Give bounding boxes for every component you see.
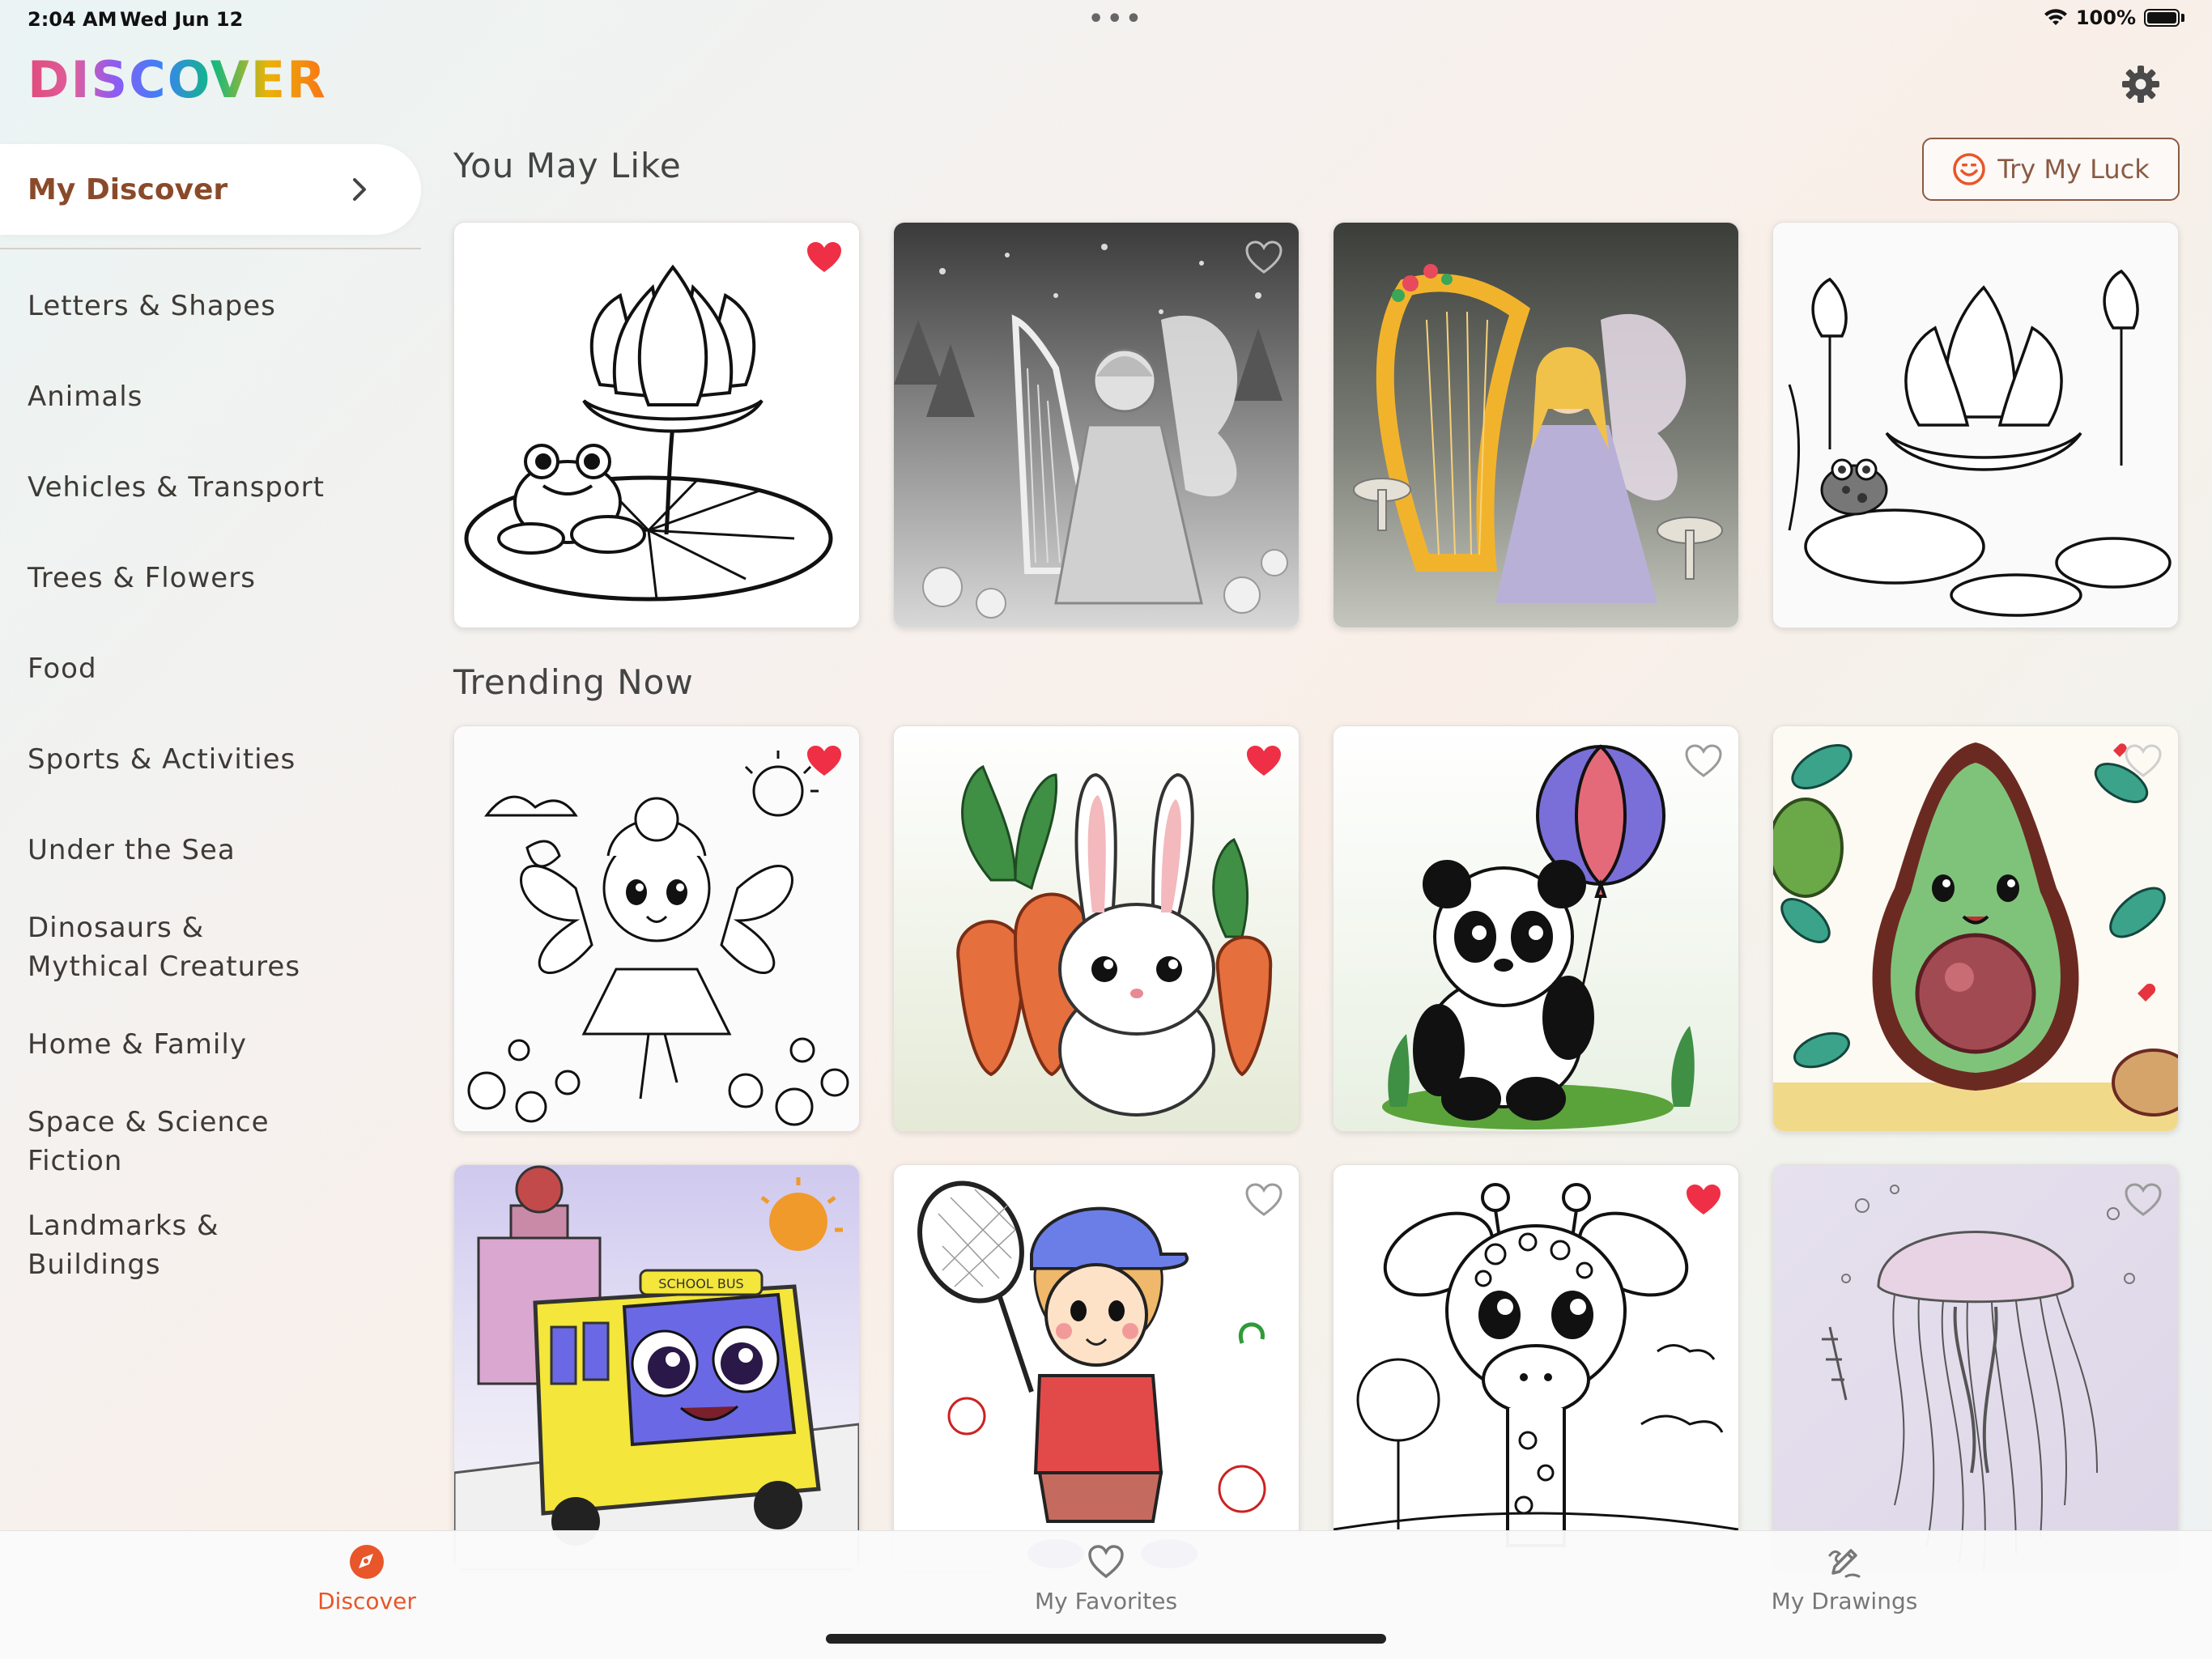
- pencil-scribble-icon: [1828, 1549, 1861, 1578]
- tab-label-favorites: My Favorites: [1034, 1588, 1178, 1614]
- sidebar-item-food[interactable]: Food: [28, 649, 400, 688]
- fairy-harp-artwork: [894, 223, 1299, 627]
- golden-harp-fairy-artwork: [1334, 223, 1738, 627]
- heart-icon[interactable]: [1685, 1183, 1722, 1217]
- multitasking-dots[interactable]: •••: [1088, 5, 1145, 33]
- panda-balloon-artwork: [1334, 726, 1738, 1131]
- coloring-card-avocado[interactable]: [1772, 725, 2179, 1132]
- wifi-icon: [2044, 9, 2067, 25]
- lotus-garden-artwork: [1773, 223, 2178, 627]
- heart-icon[interactable]: [1245, 240, 1283, 274]
- sidebar-item-letters-shapes[interactable]: Letters & Shapes: [28, 287, 400, 325]
- status-time: 2:04 AM: [28, 8, 117, 31]
- tab-discover[interactable]: Discover: [245, 1542, 488, 1614]
- coloring-card-bunny-carrots[interactable]: [893, 725, 1300, 1132]
- heart-icon[interactable]: [2125, 1183, 2162, 1217]
- try-my-luck-label: Try My Luck: [1997, 154, 2150, 185]
- status-bar: 2:04 AM Wed Jun 12 ••• 100%: [0, 0, 2212, 39]
- svg-text:SCHOOL BUS: SCHOOL BUS: [658, 1276, 743, 1291]
- coloring-card-lotus-garden[interactable]: [1772, 222, 2179, 628]
- tab-label-drawings: My Drawings: [1771, 1588, 1918, 1614]
- avocado-artwork: [1773, 726, 2178, 1131]
- sidebar-item-home-family[interactable]: Home & Family: [28, 1025, 400, 1064]
- heart-icon[interactable]: [806, 744, 843, 778]
- chevron-right-icon: [353, 178, 366, 201]
- status-date: Wed Jun 12: [120, 8, 244, 31]
- tab-my-favorites[interactable]: My Favorites: [985, 1542, 1227, 1614]
- heart-outline-icon: [1088, 1545, 1124, 1579]
- tab-label-discover: Discover: [317, 1588, 416, 1614]
- status-indicators: 100%: [2044, 6, 2184, 29]
- battery-tip: [2181, 14, 2184, 22]
- compass-icon: [350, 1545, 384, 1579]
- heart-icon[interactable]: [2125, 744, 2162, 778]
- coloring-card-flower-fairy[interactable]: [453, 725, 860, 1132]
- gear-icon[interactable]: [2120, 63, 2162, 105]
- smiley-icon: [1953, 153, 1985, 185]
- coloring-card-frog-lotus[interactable]: [453, 222, 860, 628]
- school-bus-artwork: SCHOOL BUS: [454, 1165, 859, 1570]
- sidebar-item-trees-flowers[interactable]: Trees & Flowers: [28, 559, 400, 598]
- coloring-card-golden-harp-fairy[interactable]: [1333, 222, 1739, 628]
- coloring-card-panda-balloon[interactable]: [1333, 725, 1739, 1132]
- heart-icon[interactable]: [1245, 1183, 1283, 1217]
- frog-lotus-artwork: [454, 223, 859, 627]
- section-title-trending-now: Trending Now: [453, 662, 694, 702]
- sidebar-item-vehicles-transport[interactable]: Vehicles & Transport: [28, 468, 400, 507]
- baby-giraffe-artwork: [1334, 1165, 1738, 1570]
- home-indicator[interactable]: [826, 1634, 1386, 1644]
- coloring-card-baby-giraffe[interactable]: [1333, 1164, 1739, 1571]
- tennis-boy-artwork: [894, 1165, 1299, 1570]
- heart-icon[interactable]: [1685, 744, 1722, 778]
- tab-my-drawings[interactable]: My Drawings: [1723, 1542, 1966, 1614]
- coloring-card-fairy-harp[interactable]: [893, 222, 1300, 628]
- sidebar-item-dinosaurs[interactable]: Dinosaurs & Mythical Creatures: [28, 908, 335, 986]
- try-my-luck-button[interactable]: Try My Luck: [1922, 138, 2180, 201]
- heart-icon[interactable]: [1245, 744, 1283, 778]
- coloring-card-school-bus[interactable]: SCHOOL BUS: [453, 1164, 860, 1571]
- coloring-card-jellyfish[interactable]: [1772, 1164, 2179, 1571]
- sidebar-item-sports-activities[interactable]: Sports & Activities: [28, 740, 400, 779]
- sidebar-item-label: My Discover: [28, 172, 228, 206]
- sidebar-item-under-the-sea[interactable]: Under the Sea: [28, 831, 400, 870]
- flower-fairy-artwork: [454, 726, 859, 1131]
- battery-icon: [2144, 9, 2180, 27]
- sidebar-item-landmarks[interactable]: Landmarks & Buildings: [28, 1206, 270, 1284]
- battery-percent: 100%: [2075, 6, 2136, 29]
- sidebar-divider: [0, 248, 421, 249]
- coloring-card-tennis-boy[interactable]: [893, 1164, 1300, 1571]
- section-title-you-may-like: You May Like: [453, 146, 682, 185]
- app-title: DISCOVER: [28, 50, 327, 109]
- bunny-carrots-artwork: [894, 726, 1299, 1131]
- sidebar-item-my-discover[interactable]: My Discover: [0, 144, 421, 235]
- heart-icon[interactable]: [806, 240, 843, 274]
- sidebar-item-space-science[interactable]: Space & Science Fiction: [28, 1103, 303, 1180]
- sidebar-item-animals[interactable]: Animals: [28, 377, 400, 416]
- jellyfish-artwork: [1773, 1165, 2178, 1570]
